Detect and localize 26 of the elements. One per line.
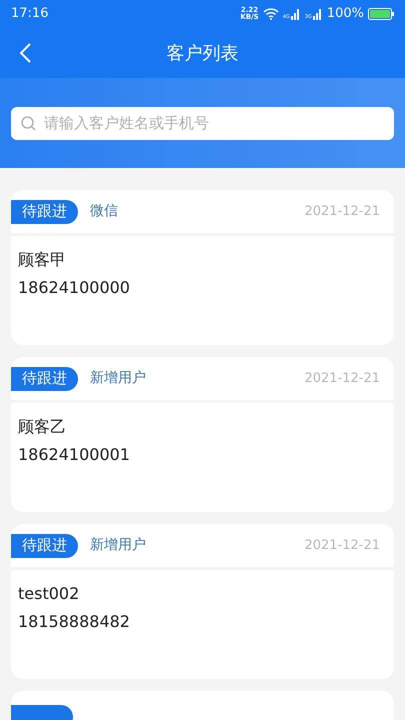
search-icon [21,116,36,130]
status-badge: 待跟进 [11,534,78,558]
search-field[interactable]: 请输入客户姓名或手机号 [11,106,394,140]
date-label: 2021-12-21 [304,370,380,388]
source-label: 新增用户 [90,369,146,388]
status-badge: 待跟进 [11,366,78,390]
status-badge: 待跟进 [11,200,78,224]
customer-name: 顾客乙 [18,417,66,437]
clock: 17:16 [11,5,48,24]
source-label: 微信 [90,202,118,221]
wifi-icon [262,8,279,20]
phone-number: 18624100001 [18,445,130,465]
battery-icon [368,8,394,20]
customer-name: 顾客甲 [18,250,66,270]
date-label: 2021-12-21 [304,202,380,221]
customer-card[interactable]: 待跟进 新增用户 2021-12-21 顾客乙 18624100001 [11,357,394,512]
customer-name: test002 [18,584,80,604]
phone-number: 18624100000 [18,278,130,298]
page-title: 客户列表 [166,42,238,66]
back-icon [18,42,32,64]
customer-card[interactable]: 待跟进 新增用户 2021-12-21 test002 18158888482 [11,524,394,679]
battery-level: 100% [326,5,364,24]
source-label: 新增用户 [90,536,146,555]
phone-number: 18158888482 [18,612,130,632]
date-label: 2021-12-21 [304,536,380,555]
customer-card[interactable]: 待跟进 微信 2021-12-21 顾客甲 18624100000 [11,190,394,345]
